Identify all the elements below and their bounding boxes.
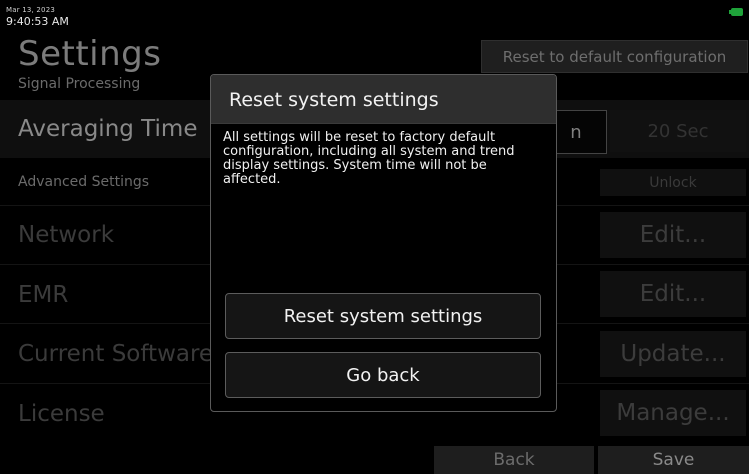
settings-row-label-current-software: Current Software	[18, 341, 214, 367]
reset-system-settings-dialog: Reset system settings All settings will …	[210, 74, 557, 412]
averaging-time-label: Averaging Time	[18, 116, 198, 142]
back-button[interactable]: Back	[434, 446, 594, 474]
section-header-advanced-settings: Advanced Settings	[18, 174, 150, 190]
status-date: Mar 13, 2023	[6, 6, 56, 14]
dialog-title: Reset system settings	[229, 89, 439, 111]
dialog-message: All settings will be reset to factory de…	[223, 130, 515, 187]
status-time: 9:40:53 AM	[6, 15, 69, 28]
settings-row-label-license: License	[18, 401, 105, 427]
emr-edit-button[interactable]: Edit...	[600, 271, 746, 317]
software-update-button[interactable]: Update...	[600, 331, 746, 377]
settings-row-label-network: Network	[18, 222, 115, 248]
save-button[interactable]: Save	[598, 446, 749, 474]
go-back-button[interactable]: Go back	[225, 352, 541, 398]
page-title: Settings	[18, 34, 162, 74]
settings-row-label-emr: EMR	[18, 282, 69, 308]
reset-system-settings-button[interactable]: Reset system settings	[225, 293, 541, 339]
section-header-signal-processing: Signal Processing	[18, 76, 141, 92]
averaging-option-20-sec-button[interactable]: 20 Sec	[610, 110, 746, 152]
reset-default-configuration-button[interactable]: Reset to default configuration	[481, 40, 748, 73]
license-manage-button[interactable]: Manage...	[600, 390, 746, 436]
network-edit-button[interactable]: Edit...	[600, 212, 746, 258]
battery-icon	[729, 8, 743, 16]
unlock-button[interactable]: Unlock	[600, 169, 746, 196]
